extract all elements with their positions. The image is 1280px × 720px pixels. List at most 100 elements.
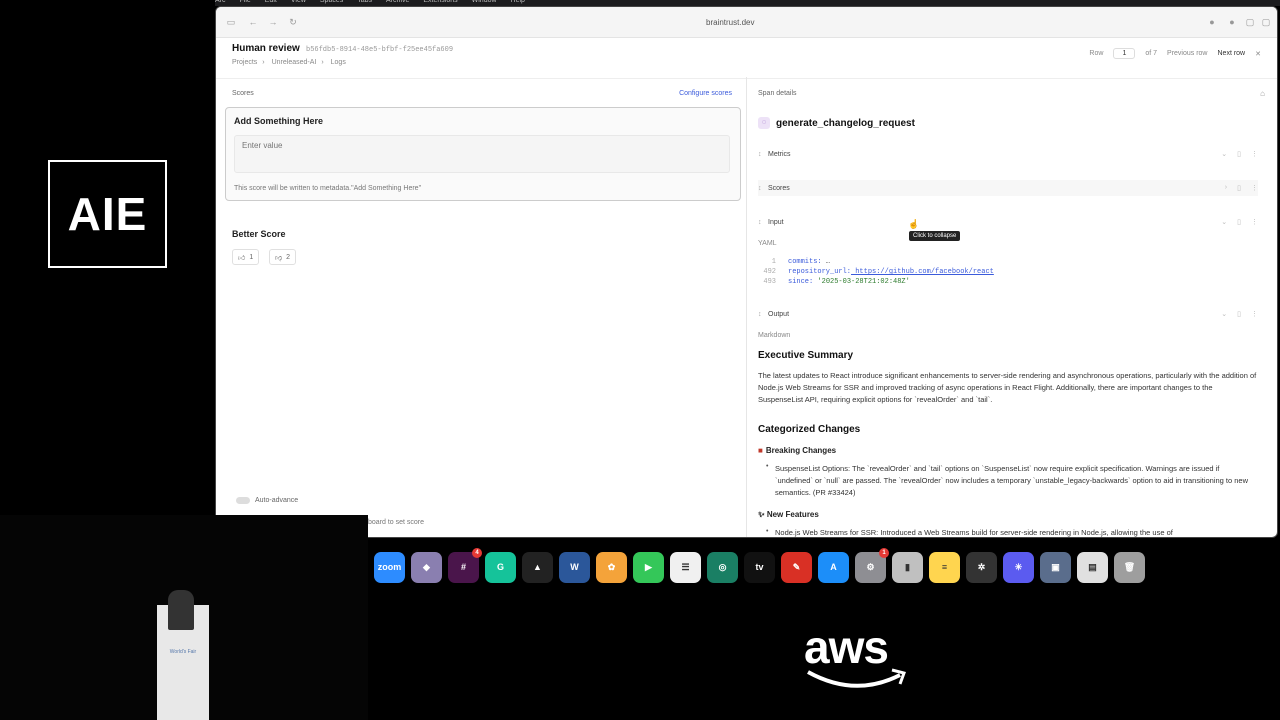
appstore-icon[interactable]: A	[818, 551, 849, 583]
more-icon[interactable]: ⋮	[1251, 218, 1258, 226]
scores-pane: Scores Configure scores Add Something He…	[216, 77, 747, 537]
settings-icon[interactable]: ⚙ 1	[855, 547, 889, 583]
more-icon[interactable]: ⋮	[1251, 310, 1258, 318]
podium-label: World's Fair	[169, 649, 197, 655]
span-details-label: Span details	[758, 90, 797, 97]
previous-row-button[interactable]: Previous row	[1167, 50, 1207, 57]
extension-icon[interactable]: ●	[1207, 17, 1217, 27]
new-features-heading: ✨︎ New Features	[758, 510, 819, 519]
metrics-label: Metrics	[768, 150, 791, 158]
window-menu-icon[interactable]: ▢	[1261, 17, 1271, 27]
photos-icon[interactable]: ✿	[596, 551, 627, 583]
next-row-button[interactable]: Next row	[1218, 50, 1246, 57]
claude-icon[interactable]: ✳	[1003, 551, 1034, 583]
copy-icon[interactable]: ▯	[1237, 218, 1241, 226]
better-score-title: Better Score	[232, 229, 286, 239]
scores-label: Scores	[232, 90, 254, 97]
zoom-icon[interactable]: zoom	[374, 551, 405, 583]
llm-span-icon: ◌	[758, 117, 770, 129]
page-title: Human review	[232, 43, 300, 54]
copy-icon[interactable]: ▯	[1237, 150, 1241, 158]
keyboard-hint: board to set score	[368, 519, 425, 526]
menu-item[interactable]: Arc	[215, 0, 226, 4]
menu-item[interactable]: View	[291, 0, 306, 4]
browser-window: ▭ ← → ↻ braintrust.dev ● ● ▢ ▢ Human rev…	[215, 6, 1278, 538]
bullet-icon: •	[766, 528, 769, 535]
word-icon[interactable]: W	[559, 551, 590, 583]
row-total: of 7	[1145, 50, 1158, 57]
close-icon[interactable]: ✕	[1255, 50, 1261, 58]
reminders-icon[interactable]: ☰	[670, 551, 701, 583]
arc-icon[interactable]: ◆	[411, 551, 442, 583]
notes-icon[interactable]: ≡	[929, 551, 960, 583]
extension-icon[interactable]: ●	[1227, 17, 1237, 27]
chevron-down-icon[interactable]: ⌄	[1221, 218, 1227, 226]
sparkle-icon: ✨︎	[758, 510, 767, 519]
slack-icon[interactable]: #4	[448, 547, 482, 583]
back-icon[interactable]: ←	[248, 17, 258, 27]
configure-scores-link[interactable]: Configure scores	[679, 90, 732, 97]
format-selector[interactable]: Markdown	[758, 332, 790, 339]
thumbs-down-button[interactable]: 👎︎ 2	[269, 249, 297, 265]
facetime-icon[interactable]: ▶	[633, 551, 664, 583]
more-icon[interactable]: ⋮	[1251, 150, 1258, 158]
row-label: Row	[1089, 50, 1104, 57]
breadcrumb-projects[interactable]: Projects	[232, 59, 257, 66]
tag-icon[interactable]: ⌂	[1260, 89, 1265, 98]
breaking-changes-text: SuspenseList Options: The `revealOrder` …	[775, 464, 1249, 497]
span-name-text: generate_changelog_request	[776, 117, 915, 129]
collapse-icon: ↕	[758, 150, 762, 158]
sidebar-toggle-icon[interactable]: ▭	[226, 17, 236, 27]
menu-item[interactable]: Window	[472, 0, 497, 4]
thumbs-up-button[interactable]: 👍︎ 1	[232, 249, 260, 265]
menu-item[interactable]: Tabs	[357, 0, 372, 4]
reload-icon[interactable]: ↻	[288, 17, 298, 27]
metrics-section-header[interactable]: ↕ Metrics ⌄ ▯ ⋮	[758, 146, 1258, 162]
copy-icon[interactable]: ▯	[1237, 310, 1241, 318]
row-navigation: Row 1 of 7 Previous row Next row ✕	[1089, 48, 1261, 59]
split-view-icon[interactable]: ▢	[1245, 17, 1255, 27]
score-card-note: This score will be written to metadata."…	[234, 185, 422, 192]
url-bar[interactable]: braintrust.dev	[706, 18, 754, 27]
trash-icon[interactable]: 🗑	[1114, 551, 1145, 583]
row-number-input[interactable]: 1	[1113, 48, 1136, 59]
output-section-header[interactable]: ↕ Output ⌄ ▯ ⋮	[758, 306, 1258, 322]
menu-item[interactable]: Help	[511, 0, 525, 4]
forward-icon[interactable]: →	[268, 17, 278, 27]
perplexity-icon[interactable]: ✲	[966, 551, 997, 583]
copy-icon[interactable]: ▯	[1237, 184, 1241, 192]
menu-item[interactable]: File	[240, 0, 251, 4]
cursor-icon[interactable]: ▲	[522, 551, 553, 583]
executive-summary-heading: Executive Summary	[758, 350, 854, 361]
format-selector[interactable]: YAML	[758, 240, 777, 247]
speaker	[168, 590, 194, 630]
auto-advance-toggle[interactable]: Auto-advance	[236, 497, 298, 504]
breadcrumb-logs[interactable]: Logs	[331, 59, 346, 66]
chevron-down-icon[interactable]: ⌄	[1221, 150, 1227, 158]
pdf-icon[interactable]: ✎	[781, 551, 812, 583]
menu-item[interactable]: Extensions	[423, 0, 457, 4]
code-line: 493 since: '2025-03-28T21:02:48Z'	[763, 278, 910, 286]
score-value-input[interactable]	[234, 135, 730, 173]
preview-icon[interactable]: ▣	[1040, 551, 1071, 583]
page-header: Human review b56fdb5-8914-48e5-bfbf-f25e…	[216, 38, 1277, 79]
menu-item[interactable]: Edit	[265, 0, 277, 4]
menu-item[interactable]: Spaces	[320, 0, 343, 4]
scores-section-header[interactable]: ↕ Scores › ▯ ⋮	[758, 180, 1258, 196]
browser-toolbar: ▭ ← → ↻ braintrust.dev ● ● ▢ ▢	[216, 7, 1277, 38]
appletv-icon[interactable]: tv	[744, 551, 775, 583]
files-icon[interactable]: ▤	[1077, 551, 1108, 583]
more-icon[interactable]: ⋮	[1251, 184, 1258, 192]
toggle-switch[interactable]	[236, 497, 250, 504]
grammarly-icon[interactable]: G	[485, 551, 516, 583]
menu-item[interactable]: Archive	[386, 0, 409, 4]
repository-link[interactable]: https://github.com/facebook/react	[851, 268, 994, 276]
collapse-icon: ↕	[758, 218, 762, 226]
breadcrumb-project[interactable]: Unreleased-AI	[272, 59, 317, 66]
chevron-down-icon[interactable]: ⌄	[1221, 310, 1227, 318]
input-section-header[interactable]: ↕ Input ⌄ ▯ ⋮	[758, 214, 1258, 230]
tool-icon[interactable]: ▮	[892, 551, 923, 583]
chatgpt-icon[interactable]: ◎	[707, 551, 738, 583]
alert-icon: ■	[758, 446, 763, 455]
chevron-right-icon[interactable]: ›	[1225, 184, 1227, 192]
